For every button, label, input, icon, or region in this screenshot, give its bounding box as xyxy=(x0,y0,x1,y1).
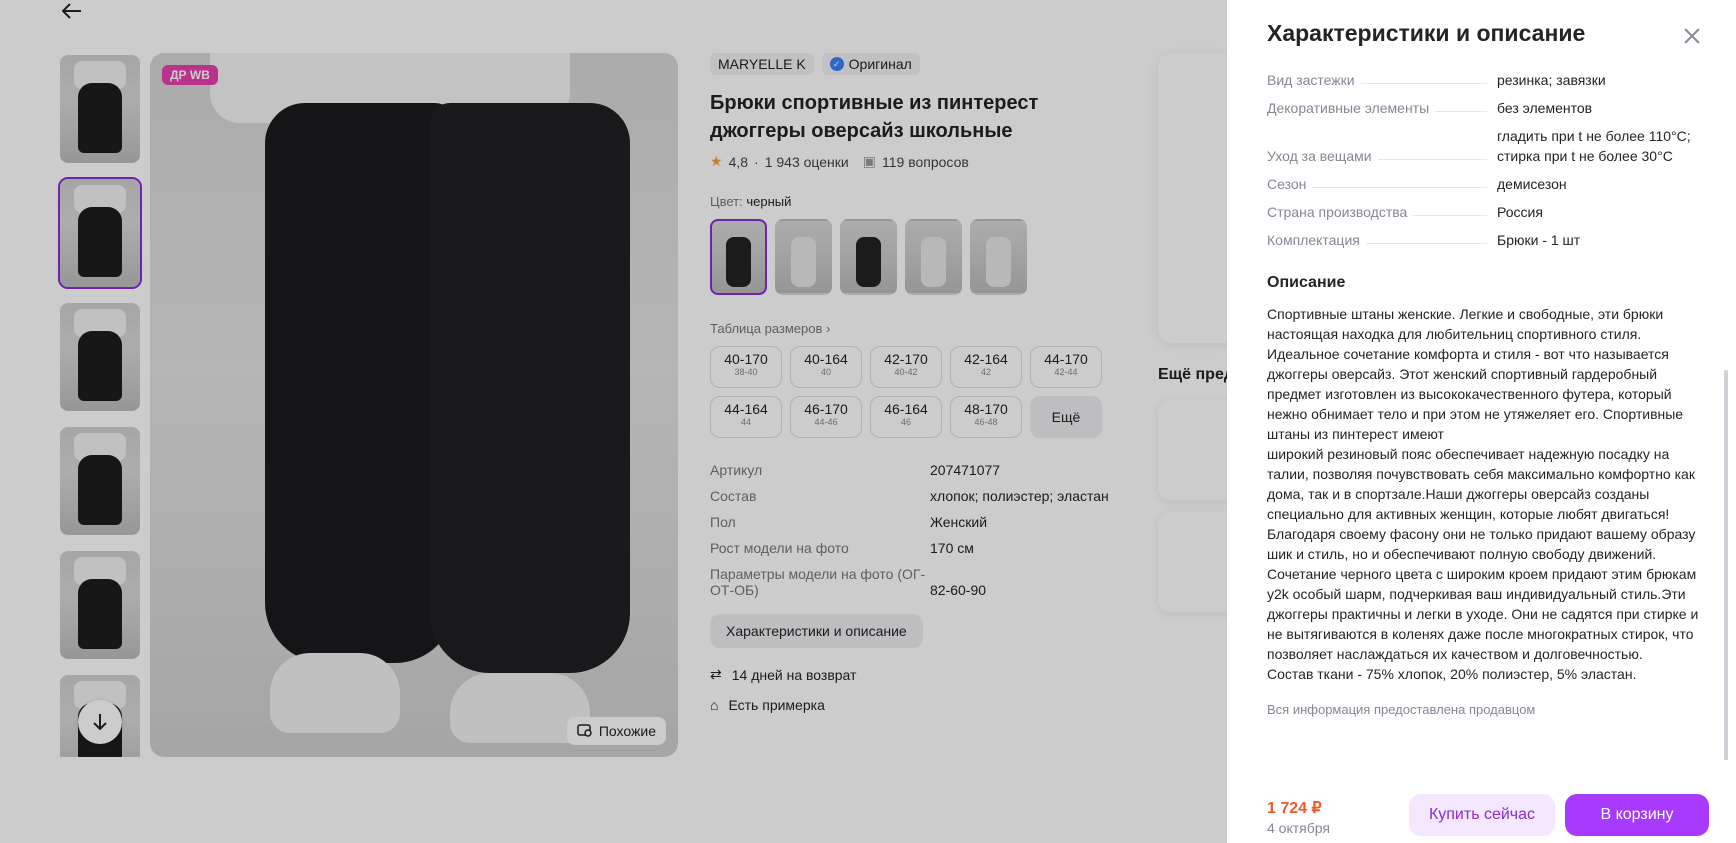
panel-spec-row: Комплектация Брюки - 1 шт xyxy=(1267,232,1581,248)
price: 1 724 ₽ xyxy=(1267,800,1322,817)
description-text: Спортивные штаны женские. Легкие и свобо… xyxy=(1267,306,1699,682)
add-to-cart-button[interactable]: В корзину xyxy=(1565,794,1709,836)
scrollbar[interactable] xyxy=(1724,370,1728,770)
panel-spec-row: Декоративные элементы без элементов xyxy=(1267,100,1593,116)
panel-spec-row: Страна производства Россия xyxy=(1267,204,1543,220)
panel-spec-row: Уход за вещами гладить при t не более 110… xyxy=(1267,128,1691,164)
specs-panel: Характеристики и описание Вид застежки ре… xyxy=(1227,0,1736,843)
panel-specs: Вид застежки резинка; завязки Декоративные… xyxy=(1267,70,1707,250)
close-icon[interactable] xyxy=(1680,24,1704,48)
description-title: Описание xyxy=(1267,274,1346,291)
panel-title: Характеристики и описание xyxy=(1267,20,1586,46)
seller-note: Вся информация предоставлена продавцом xyxy=(1267,702,1536,717)
panel-body: Вид застежки резинка; завязки Декоративные… xyxy=(1267,70,1707,760)
panel-spec-row: Вид застежки резинка; завязки xyxy=(1267,72,1606,88)
panel-spec-row: Сезон демисезон xyxy=(1267,176,1567,192)
buy-now-button[interactable]: Купить сейчас xyxy=(1409,794,1555,836)
delivery-date: 4 октября xyxy=(1267,820,1330,836)
panel-footer: 1 724 ₽ 4 октября Купить сейчас В корзин… xyxy=(1227,760,1736,843)
